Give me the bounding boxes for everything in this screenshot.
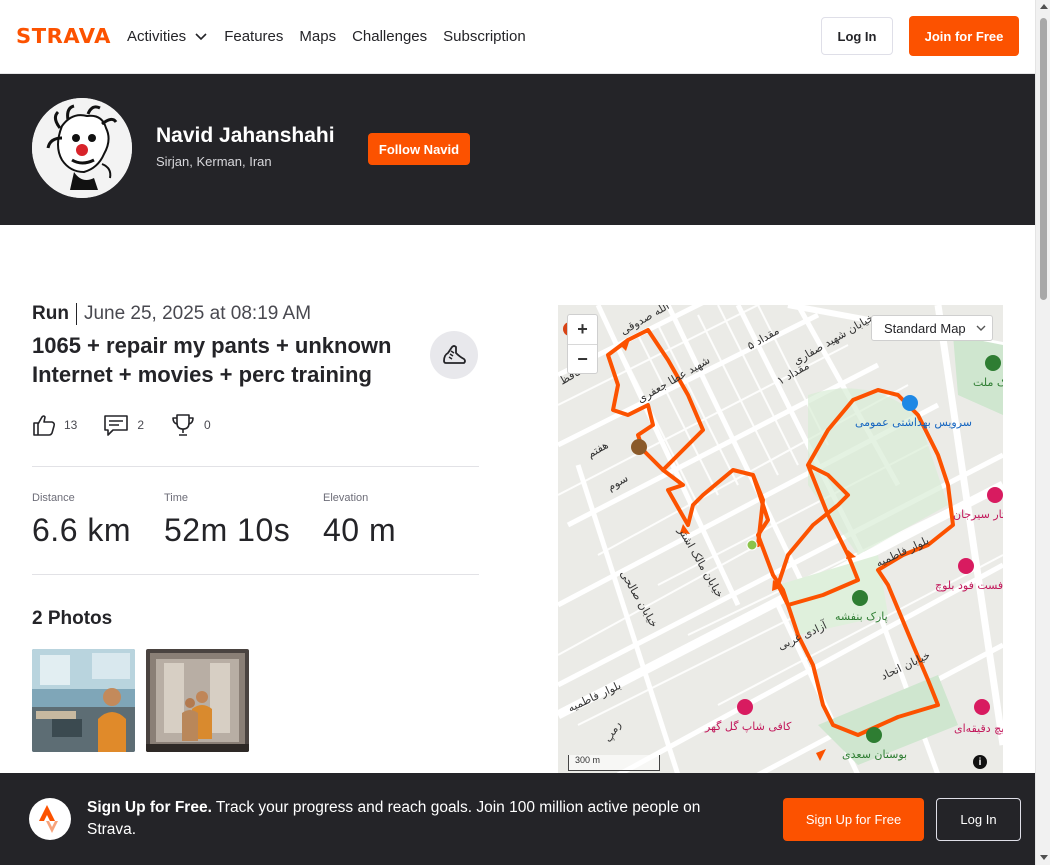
join-free-button[interactable]: Join for Free <box>909 16 1019 56</box>
info-icon[interactable]: i <box>973 755 987 769</box>
stat-elevation-label: Elevation <box>323 492 369 504</box>
shoe-icon <box>443 345 466 364</box>
activity-title: 1065 + repair my pants + unknown Interne… <box>32 333 392 387</box>
scrollbar-thumb[interactable] <box>1040 18 1047 300</box>
route-map[interactable]: سرویس بهداشتی عمومی پارک بنفشه کافی شاپ … <box>558 305 1003 775</box>
trophy-icon <box>172 414 194 436</box>
signup-message: Sign Up for Free. Track your progress an… <box>87 797 747 841</box>
kudos-count[interactable]: 13 <box>32 413 77 437</box>
map-style-select[interactable]: Standard Map <box>871 315 993 341</box>
follow-button[interactable]: Follow Navid <box>368 133 470 165</box>
achievements-count[interactable]: 0 <box>170 412 211 438</box>
nav-maps[interactable]: Maps <box>299 28 336 45</box>
photo-thumbnail[interactable] <box>146 649 249 752</box>
zoom-out-button[interactable]: − <box>568 344 597 373</box>
athlete-location: Sirjan, Kerman, Iran <box>156 154 272 169</box>
gear-shoe-button[interactable] <box>430 331 478 379</box>
map-label-cafe: کافی شاپ گل گهر <box>704 720 792 733</box>
stat-time-value: 52m 10s <box>164 512 291 548</box>
zoom-control: + − <box>567 314 598 374</box>
map-label-melat: پارک ملت <box>973 376 1003 389</box>
top-nav: STRAVA Activities Features Maps Challeng… <box>0 0 1035 74</box>
stat-distance: Distance 6.6 km <box>32 492 131 549</box>
map-label-market: هایپر استار سیرجان <box>953 508 1003 521</box>
signup-button[interactable]: Sign Up for Free <box>783 798 924 841</box>
photo-workshop <box>32 649 135 752</box>
nav-challenges[interactable]: Challenges <box>352 28 427 45</box>
login-button-bottom[interactable]: Log In <box>936 798 1021 841</box>
chevron-down-icon <box>195 33 207 41</box>
avatar-illustration <box>32 98 132 198</box>
map-label-bostan: بوستان سعدی <box>842 748 907 761</box>
achievements-value: 0 <box>204 418 211 432</box>
activity-datetime: June 25, 2025 at 08:19 AM <box>83 303 312 324</box>
athlete-header: Navid Jahanshahi Sirjan, Kerman, Iran Fo… <box>0 74 1035 225</box>
stat-distance-value: 6.6 km <box>32 512 132 548</box>
strava-chevron-icon <box>39 805 58 833</box>
thumbs-up-icon <box>33 415 56 436</box>
athlete-avatar[interactable] <box>32 98 132 198</box>
stat-distance-label: Distance <box>32 492 75 504</box>
strava-logo[interactable]: STRAVA <box>16 26 112 46</box>
scroll-down-arrow-icon[interactable] <box>1040 855 1048 860</box>
map-label-park: پارک بنفشه <box>835 610 888 623</box>
page-scrollbar[interactable] <box>1035 0 1050 865</box>
comments-count[interactable]: 2 <box>103 413 144 437</box>
sport-type: Run <box>32 303 77 325</box>
activity-meta: Run June 25, 2025 at 08:19 AM <box>32 302 311 326</box>
strava-logo-text: STRAVA <box>16 26 111 46</box>
signup-banner: Sign Up for Free. Track your progress an… <box>0 773 1035 865</box>
kudos-value: 13 <box>64 418 78 432</box>
strava-badge-icon <box>29 798 71 840</box>
nav-subscription[interactable]: Subscription <box>443 28 526 45</box>
zoom-in-button[interactable]: + <box>568 315 597 344</box>
athlete-name[interactable]: Navid Jahanshahi <box>156 124 335 148</box>
map-canvas: سرویس بهداشتی عمومی پارک بنفشه کافی شاپ … <box>558 305 1003 775</box>
scroll-up-arrow-icon[interactable] <box>1040 4 1048 9</box>
map-label-sandwich: ساندویچ دقیقه‌ای <box>954 722 1003 735</box>
map-style-value: Standard Map <box>884 320 966 336</box>
nav-activities-label: Activities <box>127 27 187 45</box>
nav-activities[interactable]: Activities <box>127 28 208 45</box>
photos-title: 2 Photos <box>32 608 113 629</box>
photo-mirror <box>146 649 249 752</box>
social-stats: 13 2 0 <box>32 410 211 440</box>
login-button[interactable]: Log In <box>821 17 893 55</box>
map-scale: 300 m <box>568 755 660 771</box>
nav-features[interactable]: Features <box>224 28 283 45</box>
stat-time: Time 52m 10s <box>164 492 290 549</box>
stats-divider-bottom <box>32 574 479 575</box>
stats-divider-top <box>32 466 479 467</box>
stat-elevation-value: 40 m <box>323 512 397 548</box>
comment-icon <box>104 415 129 436</box>
stat-time-label: Time <box>164 492 189 504</box>
signup-message-bold: Sign Up for Free. <box>87 799 212 816</box>
chevron-down-icon <box>976 325 986 331</box>
stat-elevation: Elevation 40 m <box>323 492 396 549</box>
map-label-health: سرویس بهداشتی عمومی <box>855 416 972 429</box>
map-label-fastfood: فست فود بلوچ <box>935 579 1003 592</box>
nav-links: Activities Features Maps Challenges Subs… <box>127 0 526 72</box>
comments-value: 2 <box>137 418 145 432</box>
photo-thumbnail[interactable] <box>32 649 135 752</box>
